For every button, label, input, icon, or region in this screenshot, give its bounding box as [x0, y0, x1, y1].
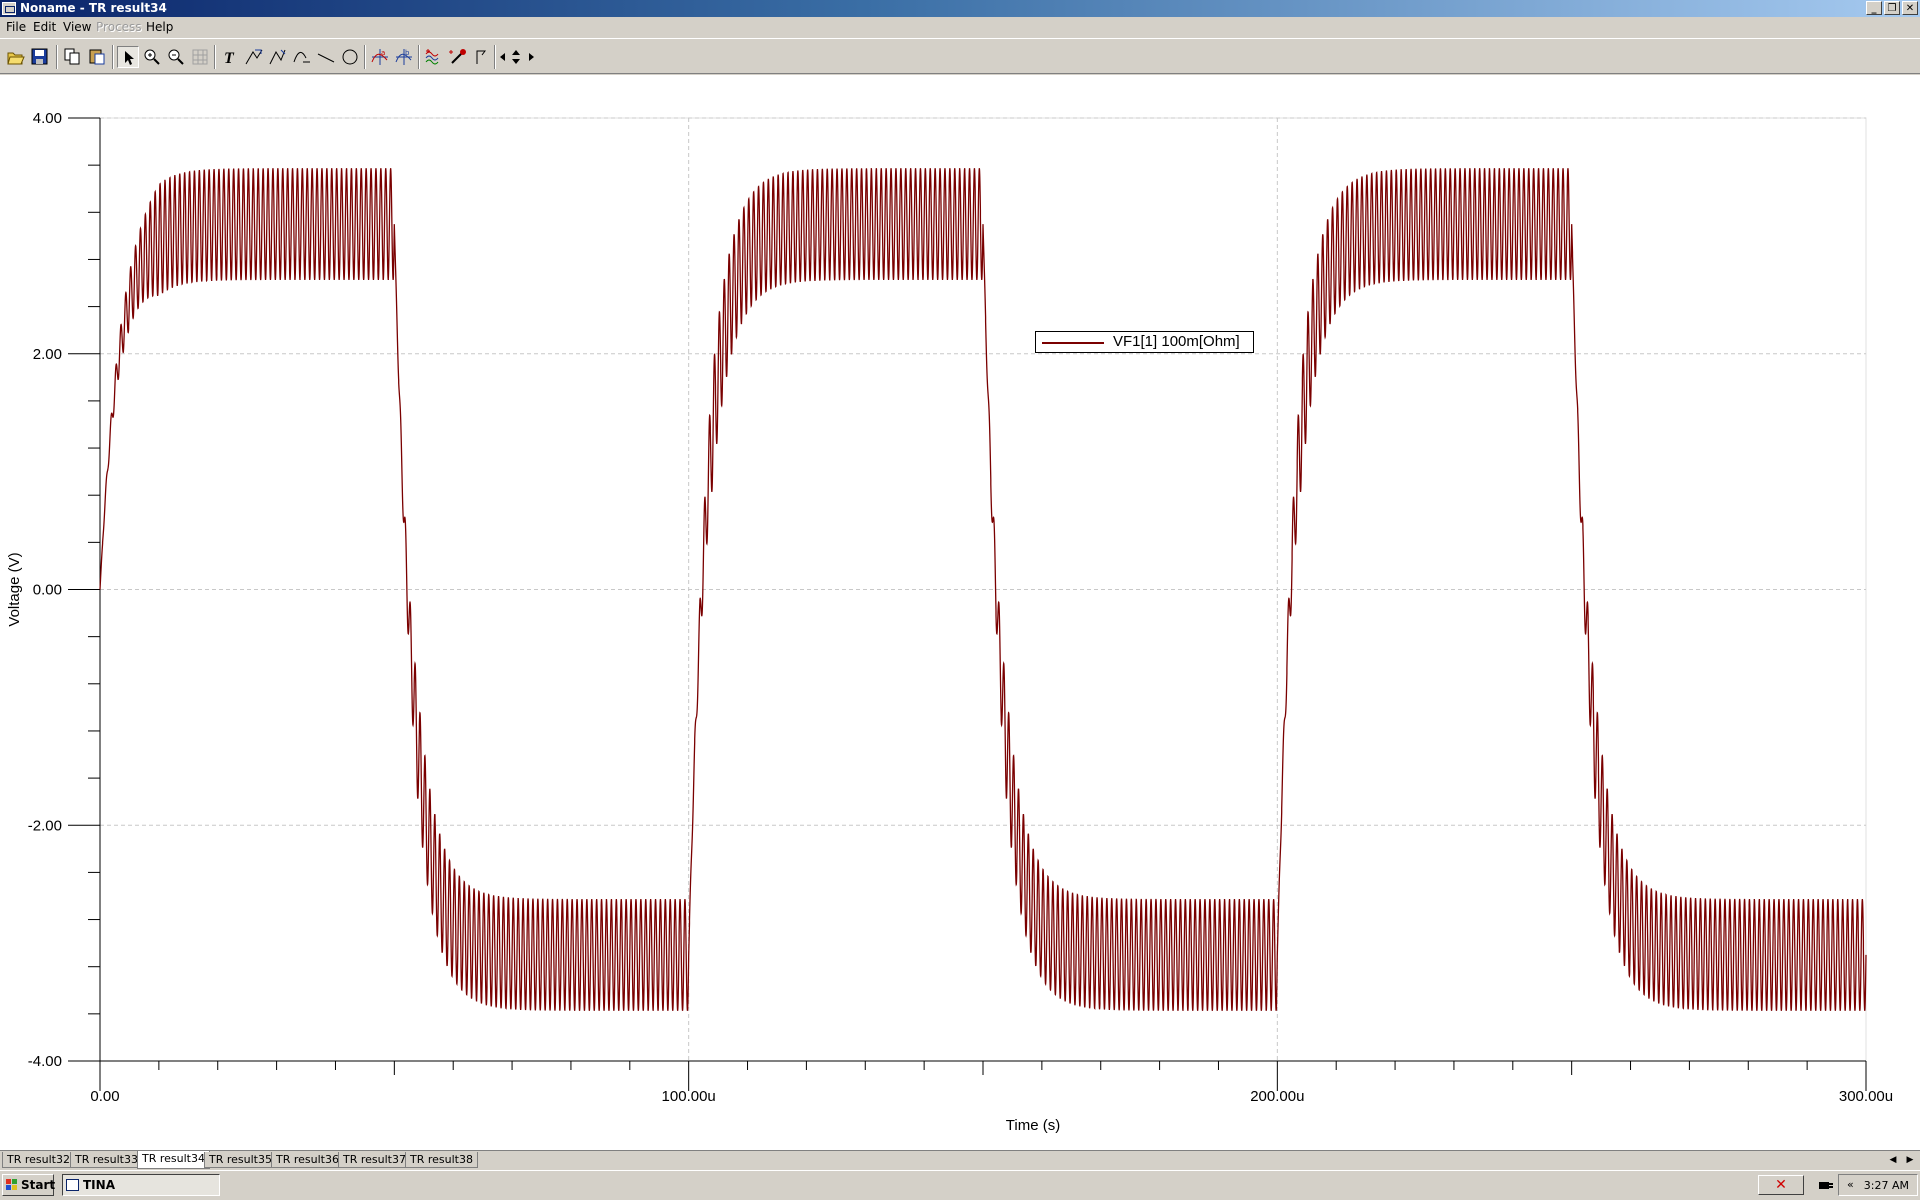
svg-text:T: T: [224, 50, 235, 66]
line-icon[interactable]: [315, 46, 337, 68]
cursor-a-icon[interactable]: [267, 46, 289, 68]
tab-tr-result34[interactable]: TR result34: [137, 1151, 210, 1169]
tina-app-icon: [66, 1179, 79, 1191]
tab-tr-result37[interactable]: TR result37: [338, 1152, 411, 1168]
toolbar: T a b: [0, 38, 1920, 74]
tab-tr-result32[interactable]: TR result32: [2, 1152, 75, 1168]
zoom-in-icon[interactable]: [141, 46, 163, 68]
svg-text:a: a: [381, 49, 385, 57]
legend[interactable]: VF1[1] 100m[Ohm]: [1035, 331, 1254, 353]
x-tick-label: 300.00u: [1839, 1088, 1893, 1105]
probe-icon[interactable]: [447, 46, 469, 68]
cursor-a-cross-icon[interactable]: a: [369, 46, 391, 68]
app-icon[interactable]: [2, 2, 16, 15]
copy-icon[interactable]: [62, 46, 84, 68]
legend-swatch: [1042, 342, 1104, 344]
tray-close-icon[interactable]: ✕: [1758, 1175, 1804, 1195]
menu-view[interactable]: View: [63, 20, 91, 34]
y-axis-title: Voltage (V): [6, 552, 23, 626]
taskbar-item-label: TINA: [83, 1178, 115, 1192]
start-label: Start: [21, 1178, 56, 1192]
x-axis-title: Time (s): [1006, 1117, 1060, 1134]
zoom-out-icon[interactable]: [165, 46, 187, 68]
circle-icon[interactable]: [339, 46, 361, 68]
y-tick-label: -4.00: [28, 1053, 62, 1070]
menu-bar: File Edit View Process Help: [0, 18, 1920, 37]
menu-process[interactable]: Process: [96, 20, 142, 34]
taskbar: Start TINA ✕ « 3:27 AM: [0, 1170, 1920, 1200]
tab-scroll-left-icon[interactable]: ◀: [1886, 1153, 1900, 1167]
chart-panel[interactable]: 4.00 2.00 0.00 -2.00 -4.00 0.00 100.00u 200.00u…: [0, 75, 1920, 1150]
scroll-updown-icon[interactable]: [508, 46, 522, 68]
tab-scroll-right-icon[interactable]: ▶: [1903, 1153, 1917, 1167]
result-tabs: TR result32 TR result33 TR result34 TR r…: [0, 1150, 1920, 1169]
x-tick-label: 200.00u: [1250, 1088, 1304, 1105]
close-button[interactable]: ✕: [1902, 1, 1918, 15]
grid-icon[interactable]: [189, 46, 211, 68]
window-title: Noname - TR result34: [20, 1, 167, 15]
x-tick-label: 100.00u: [662, 1088, 716, 1105]
menu-edit[interactable]: Edit: [33, 20, 56, 34]
tab-tr-result38[interactable]: TR result38: [405, 1152, 478, 1168]
cursor-b-cross-icon[interactable]: b: [393, 46, 415, 68]
system-tray: « 3:27 AM: [1838, 1174, 1918, 1196]
legend-label: VF1[1] 100m[Ohm]: [1113, 333, 1240, 350]
y-tick-label: -2.00: [28, 817, 62, 834]
taskbar-item-tina[interactable]: TINA: [62, 1174, 220, 1196]
menu-help[interactable]: Help: [146, 20, 173, 34]
wave-icon[interactable]: [423, 46, 445, 68]
power-plug-icon[interactable]: [1818, 1178, 1834, 1192]
svg-text:b: b: [405, 49, 410, 57]
y-tick-label: 4.00: [33, 110, 62, 127]
tray-expand-icon[interactable]: «: [1847, 1178, 1854, 1191]
start-button[interactable]: Start: [2, 1174, 56, 1196]
marker-icon[interactable]: [243, 46, 265, 68]
save-icon[interactable]: [29, 46, 51, 68]
scroll-right-icon[interactable]: [524, 46, 536, 68]
y-tick-label: 0.00: [33, 582, 62, 599]
scroll-left-icon[interactable]: [496, 46, 508, 68]
windows-logo-icon: [6, 1179, 17, 1190]
tab-tr-result35[interactable]: TR result35: [204, 1152, 277, 1168]
select-arrow-icon[interactable]: [117, 46, 139, 68]
paste-icon[interactable]: [86, 46, 108, 68]
minimize-button[interactable]: _: [1866, 1, 1882, 15]
menu-file[interactable]: File: [6, 20, 26, 34]
clock[interactable]: 3:27 AM: [1864, 1179, 1909, 1192]
title-bar[interactable]: Noname - TR result34 _ ❐ ✕: [0, 0, 1920, 17]
x-tick-label: 0.00: [90, 1088, 119, 1105]
curve-icon[interactable]: [291, 46, 313, 68]
open-icon[interactable]: [5, 46, 27, 68]
chart-svg: 4.00 2.00 0.00 -2.00 -4.00 0.00 100.00u 200.00u…: [6, 110, 1893, 1134]
flag-icon[interactable]: [471, 46, 493, 68]
y-tick-label: 2.00: [33, 346, 62, 363]
text-icon[interactable]: T: [219, 46, 241, 68]
restore-button[interactable]: ❐: [1884, 1, 1900, 15]
tab-tr-result36[interactable]: TR result36: [271, 1152, 344, 1168]
tab-tr-result33[interactable]: TR result33: [70, 1152, 143, 1168]
